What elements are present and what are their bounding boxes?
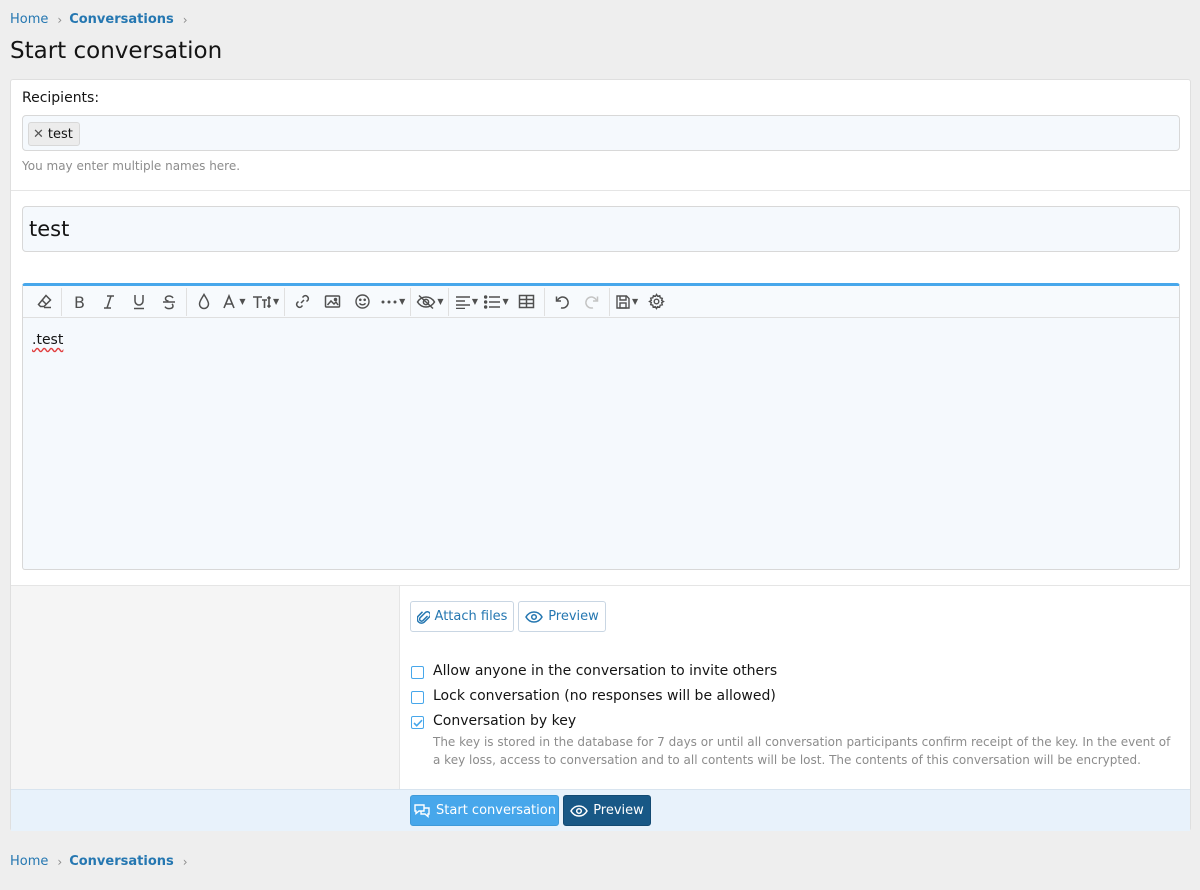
footer-preview-button[interactable]: Preview: [563, 795, 651, 826]
chevron-right-icon: ›: [182, 12, 188, 27]
color-drop-icon[interactable]: [189, 288, 219, 316]
more-icon[interactable]: ▼: [377, 288, 408, 316]
recipients-hint: You may enter multiple names here.: [22, 159, 241, 173]
svg-text:B: B: [74, 294, 85, 310]
conversation-form: Recipients: ✕ test You may enter multipl…: [10, 79, 1191, 831]
font-size-icon[interactable]: ▼: [249, 288, 282, 316]
breadcrumb-conversations[interactable]: Conversations: [69, 12, 174, 27]
editor-toolbar: B ▼ ▼ ▼ ▼ ▼ ▼ ▼: [23, 286, 1179, 318]
redo-icon[interactable]: [577, 288, 607, 316]
footer-preview-label: Preview: [593, 803, 644, 818]
toolbar-separator: [284, 287, 286, 316]
strikethrough-icon[interactable]: [154, 288, 184, 316]
breadcrumb-home[interactable]: Home: [10, 12, 48, 27]
editor-text: .test: [32, 332, 64, 348]
breadcrumb-bottom: Home › Conversations ›: [10, 854, 195, 869]
rich-text-editor[interactable]: B ▼ ▼ ▼ ▼ ▼ ▼ ▼ .test: [22, 283, 1180, 570]
attach-files-button[interactable]: Attach files: [410, 601, 514, 632]
eye-icon: [570, 804, 589, 817]
option-lock-conversation[interactable]: Lock conversation (no responses will be …: [411, 688, 1181, 704]
bold-icon[interactable]: B: [64, 288, 94, 316]
lock-conversation-checkbox[interactable]: [411, 691, 424, 704]
list-icon[interactable]: ▼: [481, 288, 511, 316]
drafts-icon[interactable]: ▼: [612, 288, 642, 316]
link-icon[interactable]: [287, 288, 317, 316]
font-family-icon[interactable]: ▼: [219, 288, 249, 316]
eraser-icon[interactable]: [29, 288, 59, 316]
option-label: Lock conversation (no responses will be …: [433, 688, 776, 704]
image-icon[interactable]: [317, 288, 347, 316]
form-submit-row: Start conversation Preview: [11, 789, 1190, 831]
conversation-by-key-description: The key is stored in the database for 7 …: [433, 735, 1171, 767]
title-input[interactable]: [22, 206, 1180, 252]
chevron-right-icon: ›: [182, 854, 188, 869]
attach-files-label: Attach files: [434, 609, 508, 624]
align-icon[interactable]: ▼: [451, 288, 481, 316]
italic-icon[interactable]: [94, 288, 124, 316]
smiley-icon[interactable]: [347, 288, 377, 316]
option-label: Allow anyone in the conversation to invi…: [433, 663, 778, 679]
divider: [11, 190, 1190, 191]
toolbar-separator: [186, 287, 187, 316]
option-conversation-by-key[interactable]: Conversation by key: [411, 713, 1181, 729]
toolbar-separator: [61, 287, 62, 316]
conversation-by-key-checkbox[interactable]: [411, 716, 424, 729]
chevron-right-icon: ›: [57, 854, 63, 869]
undo-icon[interactable]: [547, 288, 577, 316]
editor-content[interactable]: .test: [23, 318, 1179, 362]
underline-icon[interactable]: [124, 288, 154, 316]
remove-token-icon[interactable]: ✕: [33, 127, 44, 142]
recipients-label: Recipients:: [22, 90, 100, 106]
start-conversation-button[interactable]: Start conversation: [410, 795, 559, 826]
eye-icon: [525, 610, 544, 623]
paperclip-icon: [416, 610, 430, 624]
conversation-options: Allow anyone in the conversation to invi…: [411, 663, 1181, 769]
option-allow-invite[interactable]: Allow anyone in the conversation to invi…: [411, 663, 1181, 679]
recipients-input[interactable]: ✕ test: [22, 115, 1180, 151]
breadcrumb-home[interactable]: Home: [10, 854, 48, 869]
settings-icon[interactable]: [642, 288, 672, 316]
breadcrumb: Home › Conversations ›: [10, 12, 195, 27]
recipient-token[interactable]: ✕ test: [28, 122, 80, 146]
start-conversation-label: Start conversation: [436, 803, 556, 818]
recipient-token-label: test: [47, 126, 73, 142]
chevron-right-icon: ›: [57, 12, 63, 27]
breadcrumb-conversations[interactable]: Conversations: [69, 854, 174, 869]
table-icon[interactable]: [512, 288, 542, 316]
preview-label: Preview: [548, 609, 599, 624]
form-label-column: [11, 586, 400, 789]
option-label: Conversation by key: [433, 713, 577, 729]
toolbar-separator: [410, 287, 412, 316]
checkmark-icon: [412, 719, 423, 727]
spoiler-icon[interactable]: ▼: [413, 288, 446, 316]
toolbar-separator: [608, 287, 610, 316]
preview-button[interactable]: Preview: [518, 601, 606, 632]
toolbar-separator: [448, 287, 450, 316]
allow-invite-checkbox[interactable]: [411, 666, 424, 679]
toolbar-separator: [543, 287, 545, 316]
chat-bubbles-icon: [414, 804, 430, 818]
page-title: Start conversation: [10, 38, 223, 64]
